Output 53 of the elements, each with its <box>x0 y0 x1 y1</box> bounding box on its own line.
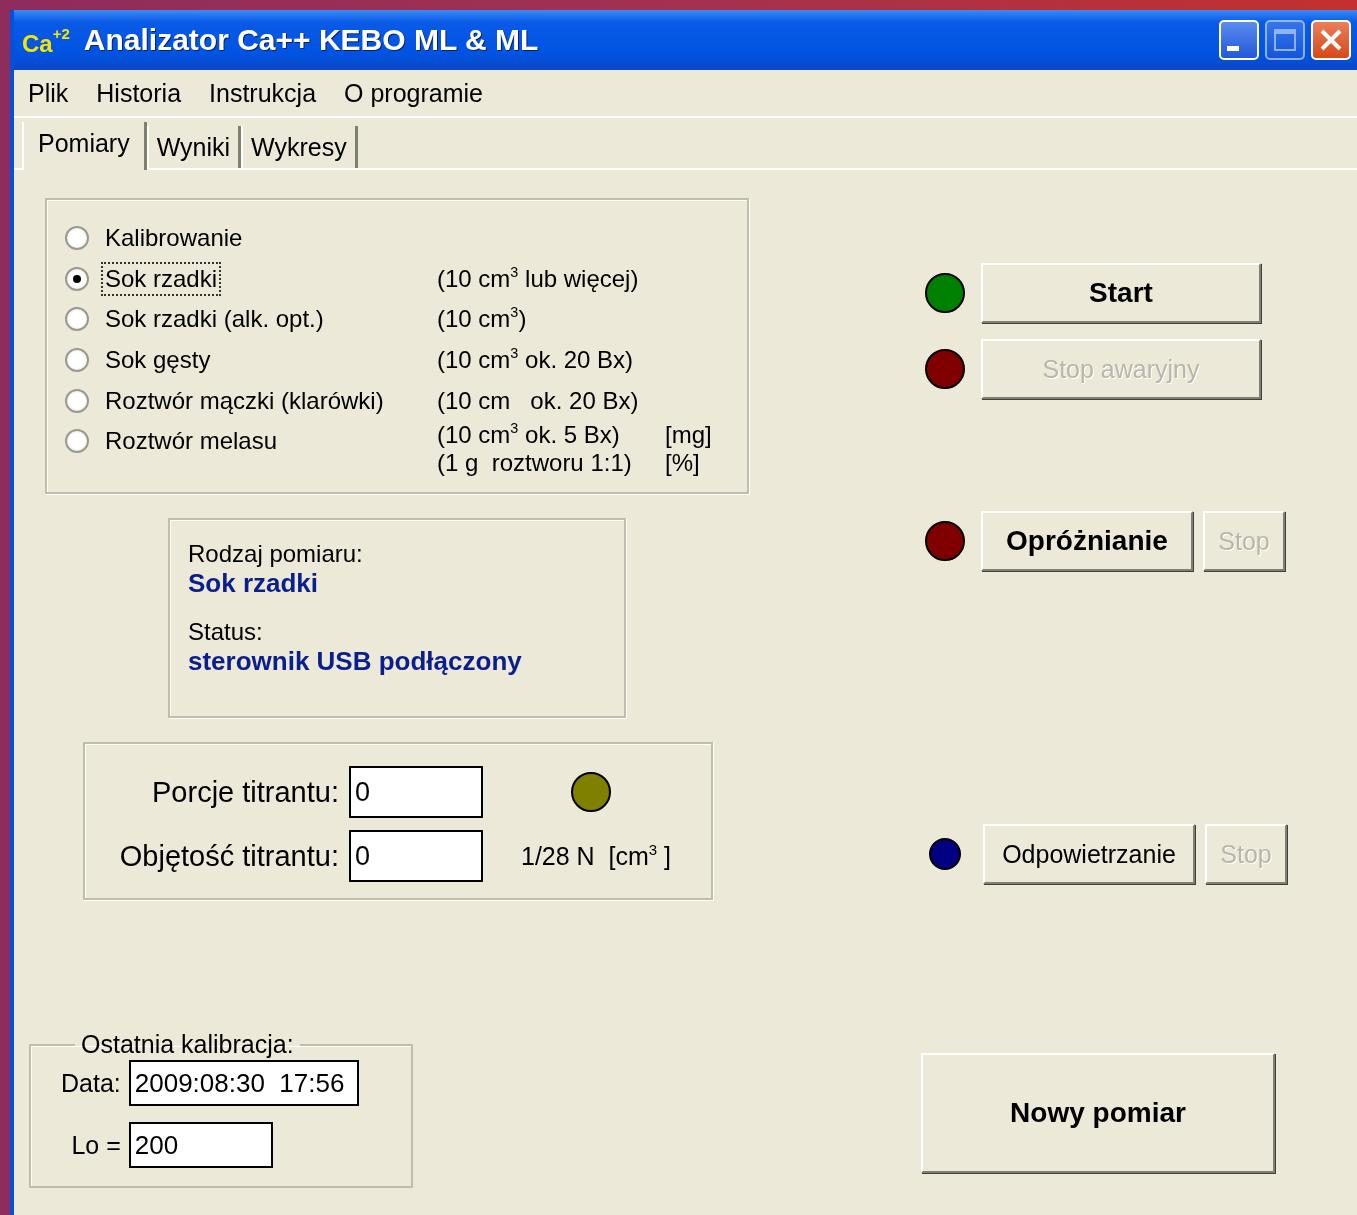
radio-button[interactable] <box>65 266 89 291</box>
menu-item[interactable]: Plik <box>28 78 69 108</box>
maximize-icon <box>1272 27 1298 53</box>
field-label: Lo = <box>70 1130 121 1160</box>
menu-item[interactable]: Instrukcja <box>209 78 317 108</box>
volume-note: (10 cm$^{3}$) <box>437 305 528 334</box>
field-label: Objętość titrantu: <box>118 839 340 873</box>
minimize-button[interactable] <box>1219 20 1259 60</box>
close-icon <box>1318 27 1344 53</box>
field-label: Porcje titrantu: <box>151 775 340 809</box>
command-button[interactable]: Odpowietrzanie <box>983 824 1195 884</box>
volume-note: (10 cm$^{3}$ ok. 20 Bx) <box>437 346 635 375</box>
close-button[interactable] <box>1311 20 1351 60</box>
unit-label: [mg] <box>665 420 712 449</box>
radio-button[interactable] <box>65 429 89 454</box>
measurement-type-value: Sok rzadki <box>188 568 320 601</box>
radio-button[interactable] <box>65 348 89 373</box>
radio-label[interactable]: Roztwór melasu <box>103 426 280 457</box>
status-value: sterownik USB podłączony <box>188 646 523 679</box>
input-field[interactable]: 200 <box>128 1122 273 1168</box>
tab[interactable]: Wykresy <box>241 126 358 168</box>
radio-label[interactable]: Sok rzadki <box>103 263 220 294</box>
volume-note: (10 cm$^{3}$ ok. 5 Bx) <box>437 420 621 449</box>
volume-note: (10 cm ok. 20 Bx) <box>437 386 640 415</box>
info-label: Status: <box>188 618 264 647</box>
input-field[interactable]: 2009:08:30 17:56 <box>128 1060 359 1106</box>
radio-button[interactable] <box>65 226 89 251</box>
command-button[interactable]: Opróżnianie <box>981 511 1193 571</box>
window-title: Analizator Ca++ KEBO ML & ML <box>83 23 540 57</box>
group-legend: Ostatnia kalibracja: <box>75 1030 300 1059</box>
radio-label[interactable]: Roztwór mączki (klarówki) <box>103 385 386 416</box>
command-button[interactable]: Start <box>981 263 1261 323</box>
menu-item[interactable]: Historia <box>96 78 182 108</box>
radio-label[interactable]: Sok gęsty <box>103 345 213 376</box>
tab[interactable]: Wyniki <box>146 126 242 168</box>
tab[interactable]: Pomiary <box>22 122 147 170</box>
info-label: Rodzaj pomiaru: <box>188 540 364 569</box>
new-measurement-button[interactable]: Nowy pomiar <box>921 1053 1275 1173</box>
maximize-button[interactable] <box>1265 20 1305 60</box>
radio-label[interactable]: Sok rzadki (alk. opt.) <box>103 304 326 335</box>
input-field[interactable]: 0 <box>349 766 483 818</box>
volume-note: (1 g roztworu 1:1) <box>437 448 633 477</box>
radio-button[interactable] <box>65 388 89 413</box>
app-icon: Ca$^{+2}$ <box>22 30 70 58</box>
field-label: Data: <box>61 1068 121 1098</box>
minimize-icon <box>1227 45 1239 51</box>
unit-label: 1/28 N [cm$^{3}$ ] <box>520 841 673 871</box>
menu-item[interactable]: O programie <box>344 78 483 108</box>
unit-label: [%] <box>665 448 700 477</box>
radio-label[interactable]: Kalibrowanie <box>103 223 245 254</box>
radio-button[interactable] <box>65 307 89 332</box>
input-field[interactable]: 0 <box>349 830 483 882</box>
volume-note: (10 cm$^{3}$ lub więcej) <box>437 264 640 293</box>
